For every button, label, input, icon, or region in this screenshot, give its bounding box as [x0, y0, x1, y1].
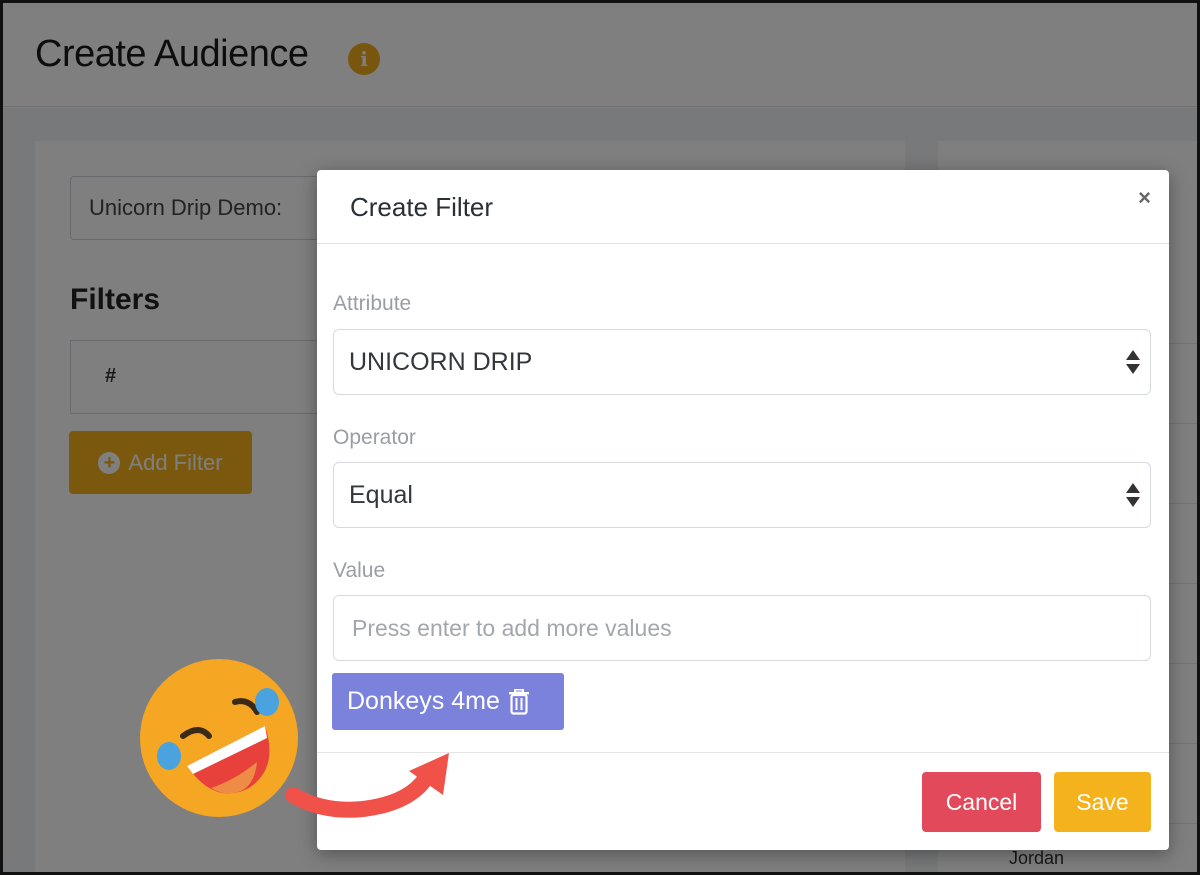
operator-select-value: Equal [349, 481, 413, 509]
value-input[interactable] [333, 595, 1151, 661]
select-arrows-icon [1126, 481, 1140, 509]
trash-icon[interactable] [508, 688, 530, 715]
value-tag: Donkeys 4me [332, 673, 564, 730]
cancel-button[interactable]: Cancel [922, 772, 1041, 832]
value-label: Value [333, 559, 386, 582]
attribute-select[interactable]: UNICORN DRIP [333, 329, 1151, 395]
close-icon[interactable]: × [1138, 186, 1151, 210]
select-arrows-icon [1126, 348, 1140, 376]
laughing-emoji-icon [140, 659, 298, 817]
attribute-label: Attribute [333, 292, 412, 315]
modal-header: Create Filter × [317, 170, 1169, 244]
save-button[interactable]: Save [1054, 772, 1151, 832]
operator-select[interactable]: Equal [333, 462, 1151, 528]
attribute-select-value: UNICORN DRIP [349, 348, 533, 376]
modal-title: Create Filter [350, 192, 494, 222]
curved-arrow-icon [285, 753, 449, 818]
screenshot-frame: Create Audience i Jordan Unicorn Drip De… [0, 0, 1200, 875]
value-tag-label: Donkeys 4me [347, 687, 500, 715]
operator-label: Operator [333, 426, 416, 449]
